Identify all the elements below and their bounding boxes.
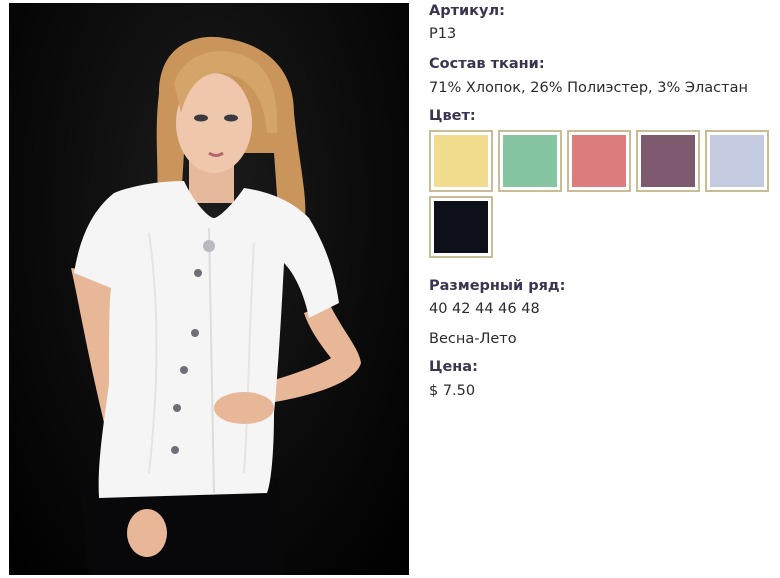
color-swatch-fill	[503, 135, 557, 187]
color-label: Цвет:	[429, 108, 476, 124]
color-swatch-fill	[434, 135, 488, 187]
season-value: Весна-Лето	[429, 331, 517, 347]
fabric-label: Состав ткани:	[429, 56, 545, 72]
price-label: Цена:	[429, 359, 478, 375]
product-photo	[9, 3, 409, 575]
size-label: Размерный ряд:	[429, 278, 566, 294]
model-figure-illustration	[71, 36, 361, 575]
article-value: P13	[429, 26, 457, 42]
price-value: $ 7.50	[429, 383, 476, 399]
size-value: 40 42 44 46 48	[429, 301, 540, 317]
color-swatch-mint-green[interactable]	[498, 130, 562, 192]
color-swatch-fill	[434, 201, 488, 253]
color-swatch-fill	[710, 135, 764, 187]
article-label: Артикул:	[429, 3, 505, 19]
color-swatch-yellow[interactable]	[429, 130, 493, 192]
color-swatch-light-blue-gray[interactable]	[705, 130, 769, 192]
color-swatch-mauve[interactable]	[636, 130, 700, 192]
color-swatch-coral-pink[interactable]	[567, 130, 631, 192]
color-swatch-fill	[572, 135, 626, 187]
color-swatch-black[interactable]	[429, 196, 493, 258]
fabric-value: 71% Хлопок, 26% Полиэстер, 3% Эластан	[429, 80, 748, 96]
color-swatch-fill	[641, 135, 695, 187]
